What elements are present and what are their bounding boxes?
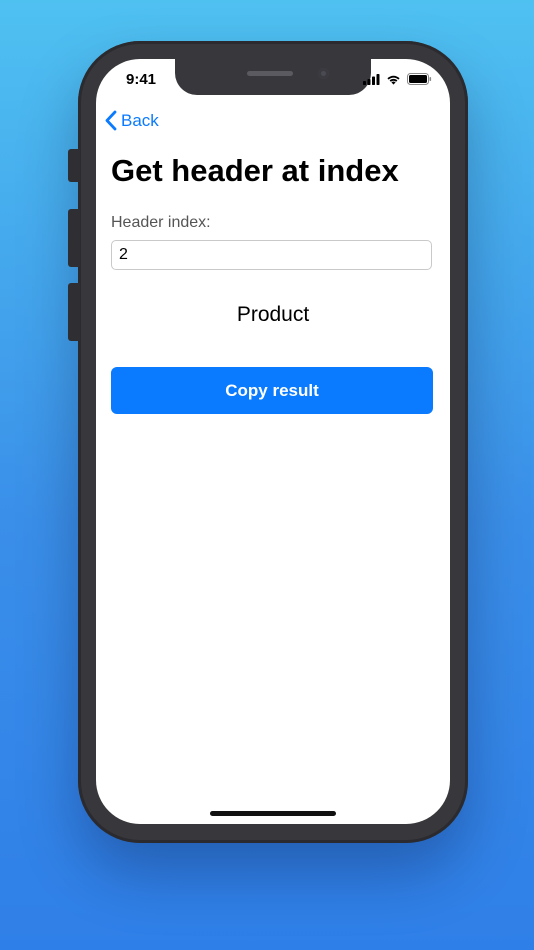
volume-down-button [68, 283, 80, 341]
phone-screen: 9:41 Back Get header at index Header ind… [96, 59, 450, 824]
header-index-input[interactable] [111, 240, 432, 270]
front-camera [318, 68, 329, 79]
result-text: Product [236, 303, 310, 326]
volume-up-button [68, 209, 80, 267]
signal-icon [363, 73, 380, 85]
back-button[interactable]: Back [104, 110, 159, 131]
battery-icon [407, 73, 432, 85]
chevron-left-icon [105, 110, 117, 131]
copy-result-button[interactable]: Copy result [111, 367, 433, 414]
header-index-label: Header index: [111, 214, 211, 231]
wifi-icon [387, 75, 400, 85]
mute-switch [68, 149, 80, 182]
home-indicator [210, 811, 336, 816]
page-title: Get header at index [111, 153, 399, 188]
speaker [247, 71, 293, 76]
back-label: Back [121, 110, 159, 130]
phone-frame: 9:41 Back Get header at index Header ind… [68, 41, 468, 843]
status-time: 9:41 [126, 71, 157, 88]
status-icons [363, 73, 432, 85]
notch [175, 59, 371, 95]
